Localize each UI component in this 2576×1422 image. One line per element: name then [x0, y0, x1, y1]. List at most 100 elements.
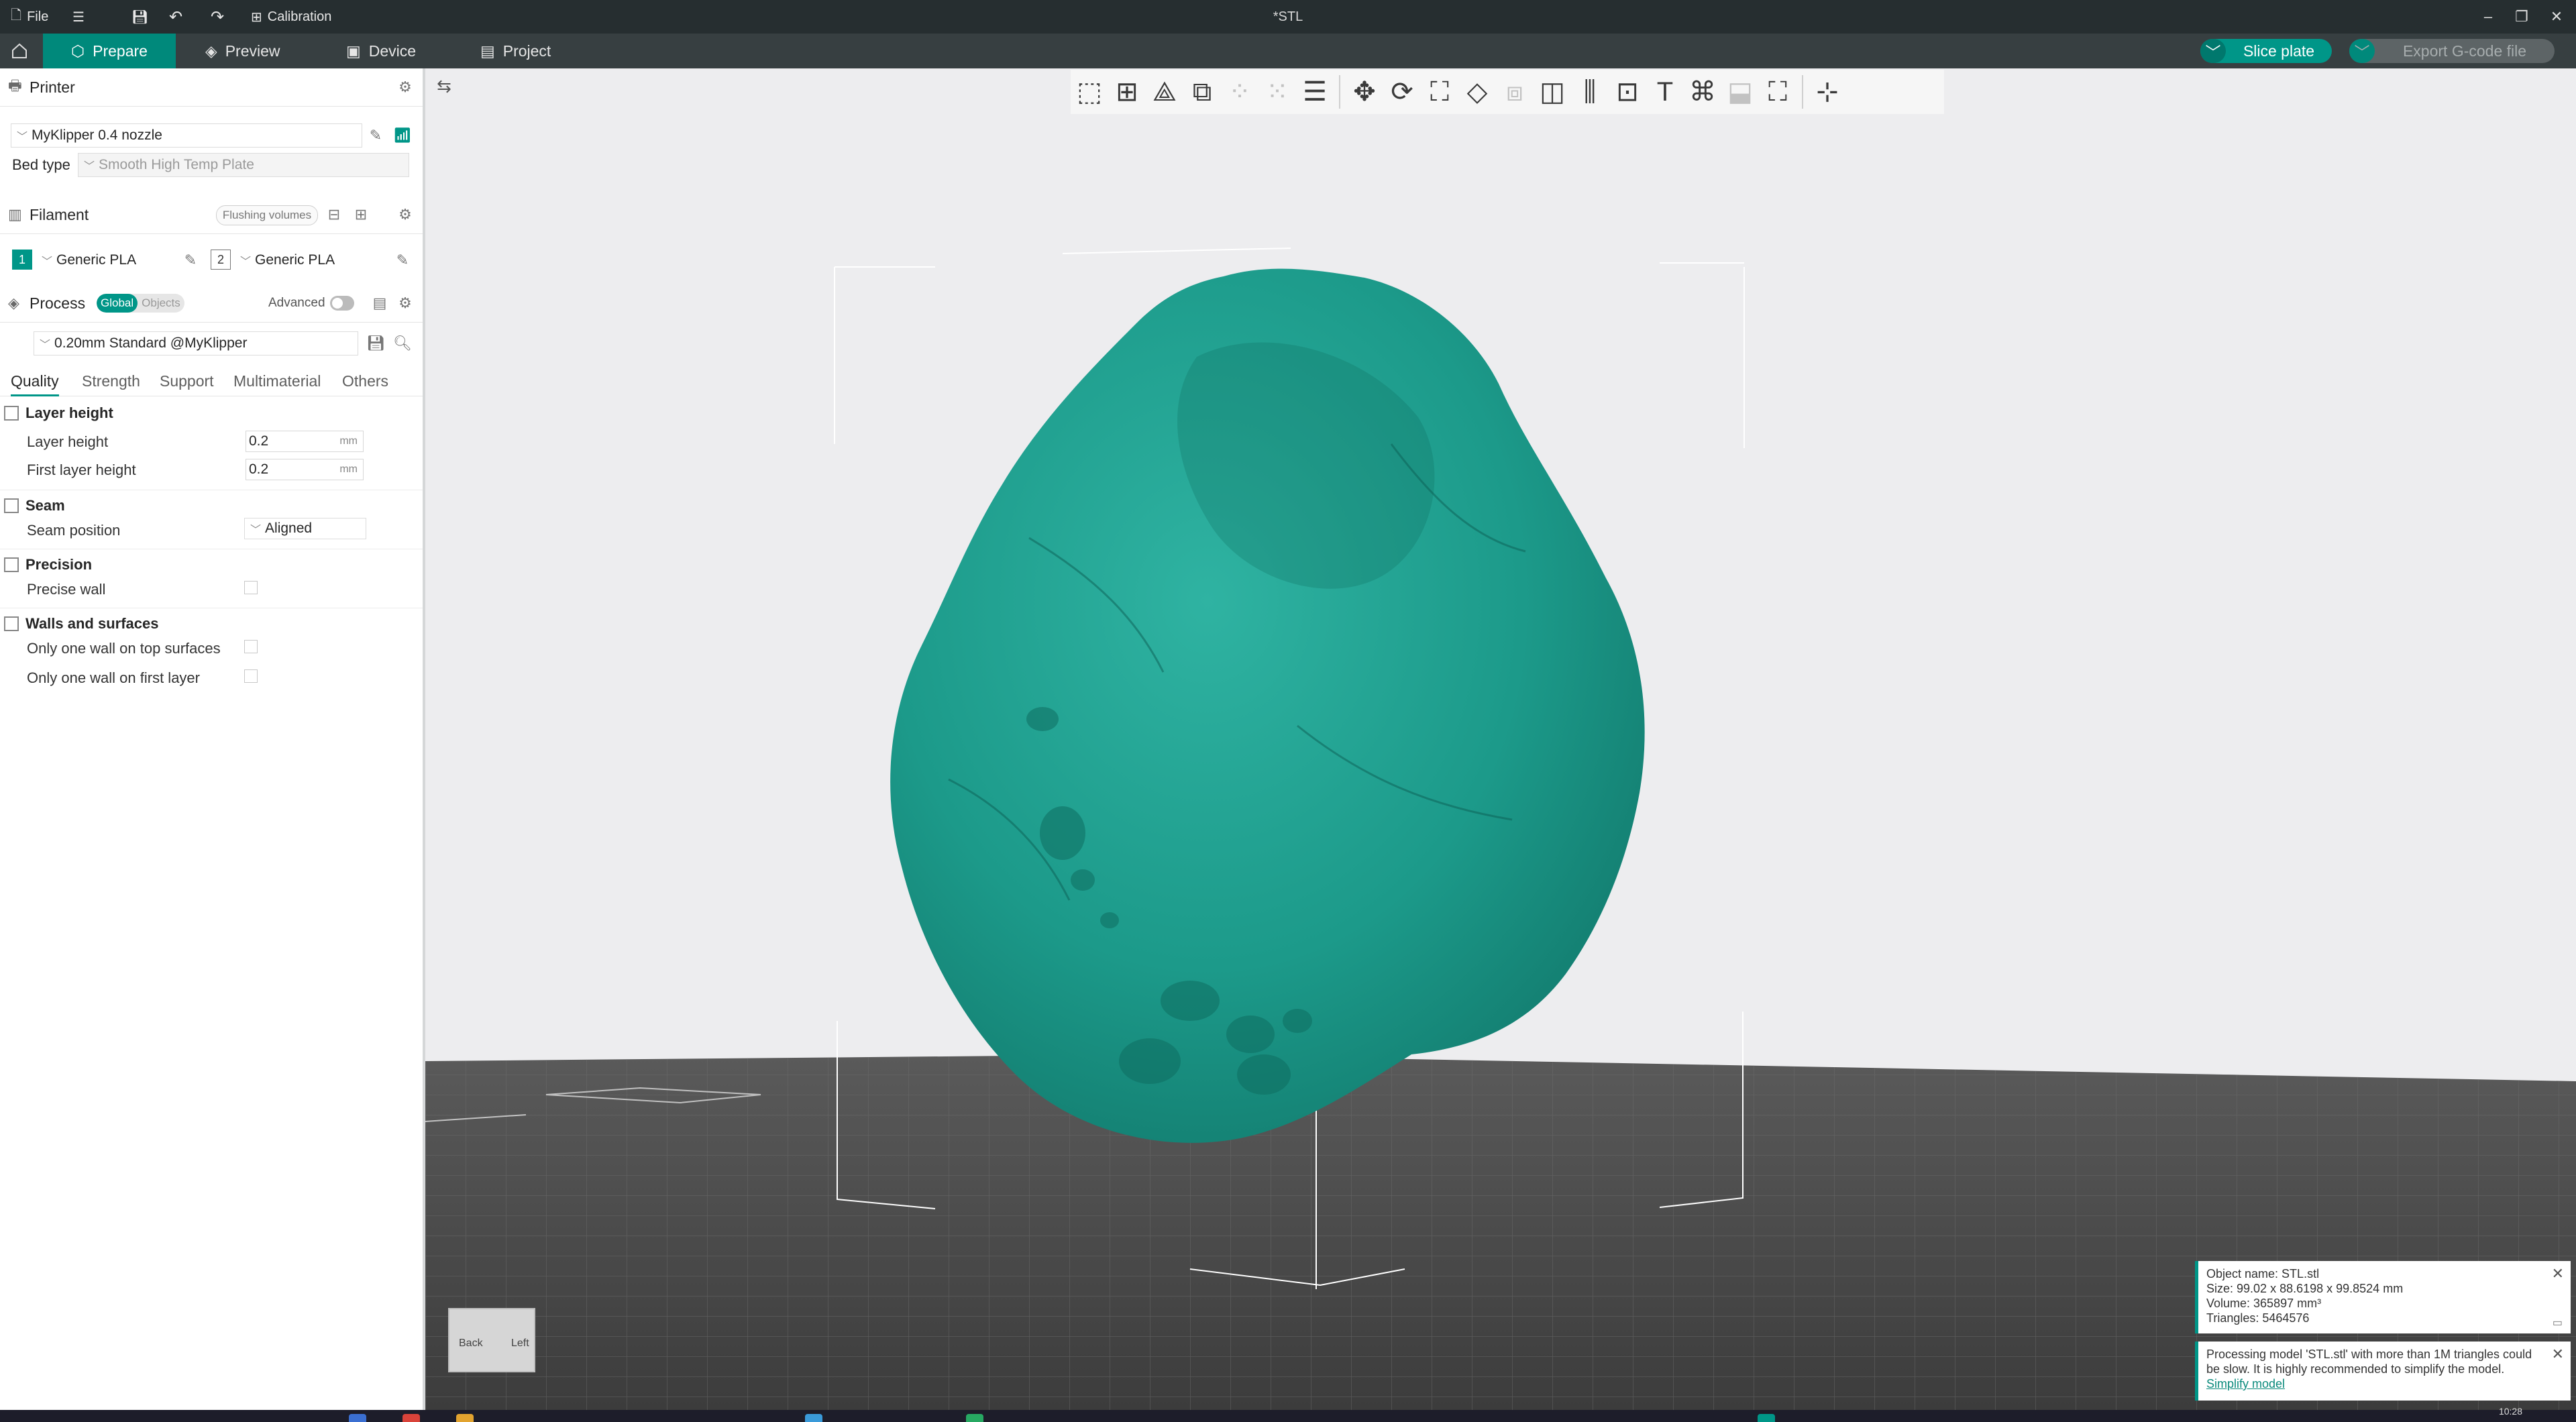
- mesh-boolean-icon[interactable]: ⬓: [1721, 73, 1759, 111]
- project-icon: ▤: [480, 42, 495, 60]
- one-wall-top-checkbox[interactable]: [244, 640, 258, 653]
- save-preset-icon[interactable]: 💾︎: [365, 333, 386, 354]
- scale-icon[interactable]: ⛶: [1421, 73, 1458, 111]
- menu-button[interactable]: ☰: [72, 0, 85, 34]
- scene-canvas[interactable]: [425, 68, 2576, 1410]
- edit-filament-2-icon[interactable]: ✎: [392, 250, 413, 271]
- close-window-button[interactable]: ✕: [2540, 0, 2573, 34]
- taskbar-app-icon[interactable]: [402, 1414, 420, 1422]
- emboss-icon[interactable]: ⌘: [1684, 73, 1721, 111]
- tab-support[interactable]: Support: [160, 368, 214, 394]
- edit-filament-1-icon[interactable]: ✎: [180, 250, 201, 271]
- add-filament-icon[interactable]: ⊞: [350, 204, 372, 225]
- lay-on-face-icon[interactable]: ◇: [1458, 73, 1496, 111]
- one-wall-first-checkbox[interactable]: [244, 669, 258, 683]
- move-icon[interactable]: ✥: [1346, 73, 1383, 111]
- undo-button[interactable]: ↶: [169, 0, 182, 34]
- arrange-icon[interactable]: ⧉: [1183, 73, 1221, 111]
- restore-button[interactable]: ❐: [2505, 0, 2538, 34]
- fit-view-icon[interactable]: ⛶: [1759, 73, 1796, 111]
- filament-slot-1-select[interactable]: ﹀ Generic PLA: [36, 248, 177, 272]
- tab-quality[interactable]: Quality: [11, 368, 59, 396]
- bed-type-select[interactable]: ﹀ Smooth High Temp Plate: [78, 153, 409, 177]
- slice-plate-button[interactable]: ﹀ Slice plate: [2200, 39, 2332, 63]
- wifi-icon[interactable]: 📶︎: [392, 125, 413, 146]
- navcube-left-face[interactable]: Left: [511, 1337, 529, 1350]
- file-menu[interactable]: 🗋 File: [11, 0, 48, 34]
- precise-wall-label: Precise wall: [27, 581, 106, 598]
- taskbar-app-icon[interactable]: [805, 1414, 822, 1422]
- seam-paint-icon[interactable]: ⫼: [1571, 73, 1609, 111]
- objects-segment[interactable]: Objects: [138, 294, 184, 313]
- chevron-down-icon: ﹀: [250, 525, 262, 536]
- tab-strength[interactable]: Strength: [82, 368, 140, 394]
- device-icon: ▣: [346, 42, 361, 60]
- tab-others[interactable]: Others: [342, 368, 388, 394]
- search-icon[interactable]: 🔍︎: [392, 333, 413, 354]
- layers-editing-icon[interactable]: ☰: [1296, 73, 1334, 111]
- taskbar-app-icon[interactable]: [349, 1414, 366, 1422]
- filament-slot-2-badge[interactable]: 2: [211, 250, 231, 270]
- close-info-icon[interactable]: ✕: [2552, 1266, 2564, 1281]
- filament-slot-2-select[interactable]: ﹀ Generic PLA: [235, 248, 389, 272]
- seam-position-select[interactable]: ﹀ Aligned: [244, 518, 366, 539]
- taskbar-app-icon[interactable]: [966, 1414, 983, 1422]
- rotate-icon[interactable]: ⟳: [1383, 73, 1421, 111]
- minimize-info-icon[interactable]: ▭: [2553, 1316, 2563, 1331]
- auto-orient-icon[interactable]: ⟁: [1146, 73, 1183, 111]
- tab-device[interactable]: ▣ Device: [346, 34, 416, 68]
- filament-slot-1-name: Generic PLA: [56, 252, 137, 268]
- navigation-cube[interactable]: Back Left: [448, 1308, 535, 1372]
- calibration-icon: ⊞: [251, 9, 262, 25]
- simplify-model-link[interactable]: Simplify model: [2206, 1377, 2285, 1390]
- measure-icon[interactable]: ⊡: [1609, 73, 1646, 111]
- first-layer-height-input[interactable]: 0.2 mm: [246, 459, 364, 480]
- taskbar-app-icon[interactable]: [456, 1414, 474, 1422]
- process-compare-icon[interactable]: ▤: [369, 292, 390, 314]
- text-tool-icon[interactable]: T: [1646, 73, 1684, 111]
- split-objects-icon[interactable]: ⁘: [1221, 73, 1258, 111]
- printer-preset-select[interactable]: ﹀ MyKlipper 0.4 nozzle: [11, 123, 362, 148]
- tab-multimaterial[interactable]: Multimaterial: [233, 368, 321, 394]
- tab-prepare[interactable]: ⬡ Prepare: [43, 34, 176, 68]
- process-settings-icon[interactable]: ⚙: [394, 292, 416, 314]
- redo-button[interactable]: ↷: [211, 0, 224, 34]
- process-scope-toggle[interactable]: Global Objects: [97, 294, 184, 313]
- printer-settings-icon[interactable]: ⚙: [394, 76, 416, 98]
- collapse-sidebar-button[interactable]: ⇆: [431, 72, 458, 99]
- support-paint-icon[interactable]: ◫: [1534, 73, 1571, 111]
- navcube-back-face[interactable]: Back: [459, 1337, 483, 1350]
- remove-filament-icon[interactable]: ⊟: [323, 204, 345, 225]
- menu-icon: ☰: [72, 9, 85, 25]
- add-plate-icon[interactable]: ⊞: [1108, 73, 1146, 111]
- export-gcode-button[interactable]: ﹀ Export G-code file: [2349, 39, 2555, 63]
- process-preset-select[interactable]: ﹀ 0.20mm Standard @MyKlipper: [34, 331, 358, 356]
- layer-height-input[interactable]: 0.2 mm: [246, 431, 364, 452]
- viewport-toolbar: ⬚ ⊞ ⟁ ⧉ ⁘ ⁙ ☰ ✥ ⟳ ⛶ ◇ ⧈ ◫ ⫼ ⊡ T ⌘ ⬓ ⛶ ⊹: [1071, 70, 1944, 114]
- export-dropdown-chevron-icon[interactable]: ﹀: [2349, 39, 2375, 63]
- taskbar-app-icon[interactable]: [1758, 1414, 1775, 1422]
- minimize-button[interactable]: –: [2471, 0, 2505, 34]
- advanced-toggle[interactable]: [330, 296, 354, 311]
- assembly-view-icon[interactable]: ⊹: [1809, 73, 1846, 111]
- calibration-menu[interactable]: ⊞ Calibration: [251, 0, 331, 34]
- tab-project[interactable]: ▤ Project: [480, 34, 551, 68]
- edit-printer-icon[interactable]: ✎: [365, 125, 386, 146]
- 3d-viewport[interactable]: ⇆ ⬚ ⊞ ⟁ ⧉ ⁘ ⁙ ☰ ✥ ⟳ ⛶ ◇ ⧈ ◫ ⫼ ⊡ T ⌘ ⬓ ⛶ …: [425, 68, 2576, 1410]
- close-notification-icon[interactable]: ✕: [2552, 1347, 2564, 1362]
- filament-slot-1-badge[interactable]: 1: [12, 250, 32, 270]
- precision-icon: [4, 557, 19, 572]
- filament-settings-icon[interactable]: ⚙: [394, 204, 416, 225]
- global-segment[interactable]: Global: [97, 294, 138, 313]
- cut-icon[interactable]: ⧈: [1496, 73, 1534, 111]
- tab-preview[interactable]: ◈ Preview: [205, 34, 280, 68]
- add-object-icon[interactable]: ⬚: [1071, 73, 1108, 111]
- precise-wall-checkbox[interactable]: [244, 581, 258, 594]
- first-layer-height-unit: mm: [339, 463, 358, 475]
- home-button[interactable]: [0, 34, 39, 68]
- flushing-volumes-button[interactable]: Flushing volumes: [216, 205, 318, 225]
- slice-dropdown-chevron-icon[interactable]: ﹀: [2200, 39, 2226, 63]
- split-parts-icon[interactable]: ⁙: [1258, 73, 1296, 111]
- save-button[interactable]: 💾︎: [131, 0, 148, 34]
- simplify-notification: Processing model 'STL.stl' with more tha…: [2195, 1342, 2571, 1401]
